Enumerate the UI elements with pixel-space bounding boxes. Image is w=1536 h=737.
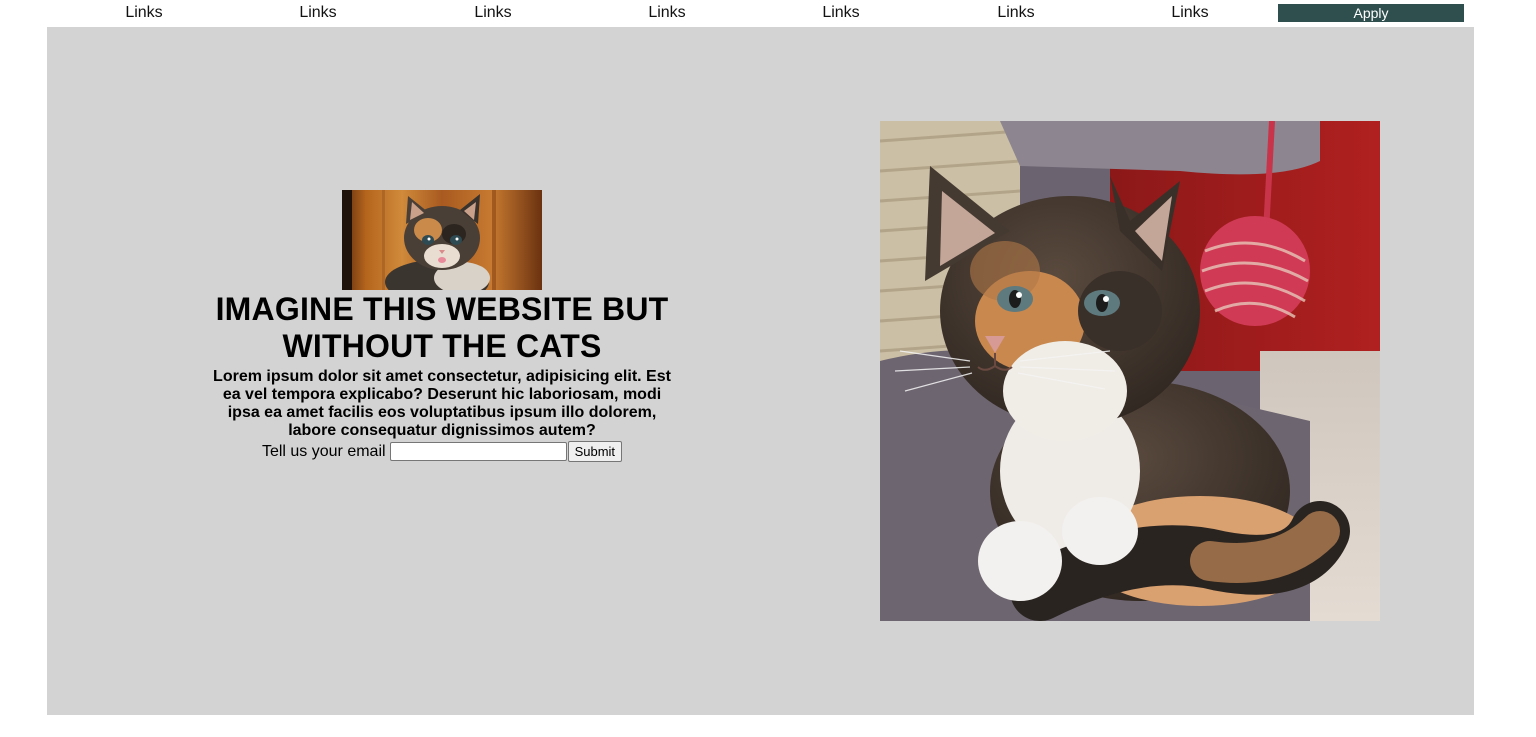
email-field[interactable] bbox=[389, 442, 567, 461]
large-cat-image bbox=[880, 121, 1380, 621]
apply-button[interactable]: Apply bbox=[1278, 4, 1464, 22]
email-signup-form: Tell us your email Submit bbox=[187, 441, 697, 462]
nav-link-2[interactable]: Links bbox=[299, 3, 336, 23]
page-title: IMAGINE THIS WEBSITE BUT WITHOUT THE CAT… bbox=[215, 291, 669, 364]
lead-paragraph: Lorem ipsum dolor sit amet consectetur, … bbox=[213, 368, 671, 439]
nav-link-7[interactable]: Links bbox=[1171, 3, 1208, 23]
nav-link-1[interactable]: Links bbox=[125, 3, 162, 23]
email-label: Tell us your email bbox=[261, 442, 386, 460]
top-nav: Links Links Links Links Links Links Link… bbox=[0, 0, 1536, 27]
nav-link-6[interactable]: Links bbox=[997, 3, 1034, 23]
submit-button[interactable]: Submit bbox=[567, 441, 623, 462]
nav-link-3[interactable]: Links bbox=[474, 3, 511, 23]
nav-link-5[interactable]: Links bbox=[822, 3, 859, 23]
hero-section: IMAGINE THIS WEBSITE BUT WITHOUT THE CAT… bbox=[47, 27, 1474, 715]
small-cat-image bbox=[342, 190, 542, 290]
hero-content: IMAGINE THIS WEBSITE BUT WITHOUT THE CAT… bbox=[187, 190, 697, 462]
nav-link-4[interactable]: Links bbox=[648, 3, 685, 23]
